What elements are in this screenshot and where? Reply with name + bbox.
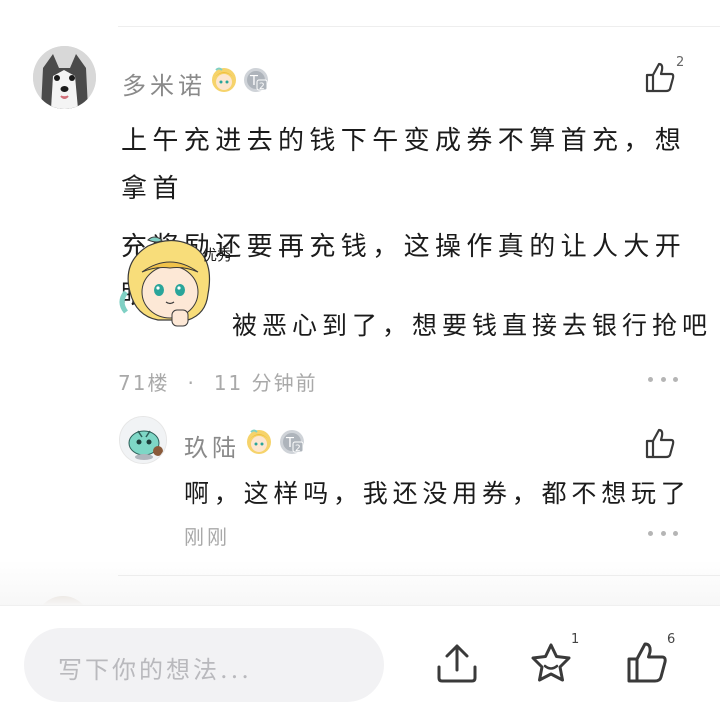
svg-text:2: 2	[295, 444, 301, 454]
comment-more-icon[interactable]	[648, 374, 678, 384]
comment-meta: 71楼 · 11 分钟前	[118, 367, 318, 396]
comment-like-icon[interactable]	[643, 60, 677, 94]
share-icon[interactable]	[434, 640, 480, 686]
meta-separator: ·	[187, 371, 196, 395]
sticker-caption: 被恶心到了，想要钱直接去银行抢吧	[232, 311, 713, 340]
comment-input[interactable]: 写下你的想法...	[24, 628, 384, 702]
comment-like-count: 2	[676, 55, 685, 70]
level-badge-icon: T 2	[244, 68, 268, 92]
favorite-count: 1	[571, 632, 580, 647]
level-badge-icon: T 2	[280, 430, 304, 454]
favorite-star-icon[interactable]	[528, 640, 574, 686]
comment-time: 11 分钟前	[213, 371, 318, 395]
like-icon[interactable]	[624, 639, 670, 685]
husky-avatar-image	[33, 46, 96, 109]
avatar-frame-badge-icon	[247, 429, 271, 454]
comment-input-placeholder: 写下你的想法...	[58, 656, 252, 684]
scroll-fade	[0, 560, 720, 606]
reply-more-icon[interactable]	[648, 528, 678, 538]
reply-like-icon[interactable]	[643, 426, 677, 460]
reply-username[interactable]: 玖陆	[184, 428, 240, 463]
bottom-action-bar: 写下你的想法... 1 6	[0, 605, 720, 721]
avatar[interactable]	[33, 46, 96, 109]
comment-line: 上午充进去的钱下午变成券不算首充，想拿首	[121, 126, 687, 204]
svg-text:2: 2	[259, 82, 265, 92]
sticker-image: 优秀	[119, 236, 230, 327]
reply-text: 啊，这样吗，我还没用券，都不想玩了	[184, 479, 691, 508]
robot-avatar-image	[120, 417, 166, 463]
like-count: 6	[667, 632, 676, 647]
reply-time: 刚刚	[184, 525, 230, 549]
comment-username[interactable]: 多米诺	[122, 66, 206, 101]
reply-avatar[interactable]	[119, 416, 167, 464]
top-divider	[118, 26, 720, 27]
avatar-frame-badge-icon	[212, 67, 236, 92]
sticker-label: 优秀	[202, 246, 230, 264]
floor-number: 71楼	[118, 371, 170, 395]
